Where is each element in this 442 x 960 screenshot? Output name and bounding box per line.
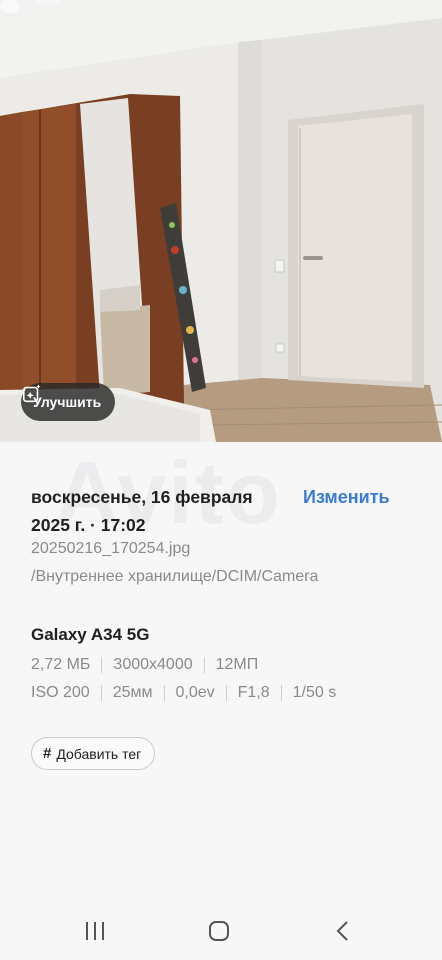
recents-icon (86, 922, 104, 940)
file-name: 20250216_170254.jpg (31, 540, 191, 557)
specs-row-file: 2,72 МБ 3000x4000 12МП (31, 656, 258, 674)
room-photo (0, 0, 442, 442)
divider (101, 657, 103, 673)
navigation-bar (0, 902, 442, 960)
back-icon (336, 921, 348, 941)
file-size: 2,72 МБ (31, 656, 91, 673)
resolution: 3000x4000 (113, 656, 193, 673)
home-button[interactable] (199, 914, 239, 948)
divider (163, 685, 165, 701)
shutter-speed: 1/50 s (292, 684, 337, 701)
megapixels: 12МП (215, 656, 259, 673)
file-path: /Внутреннее хранилище/DCIM/Camera (31, 568, 319, 585)
add-tag-label: Добавить тег (56, 745, 142, 762)
divider (225, 685, 227, 701)
exposure-value: 0,0ev (175, 684, 215, 701)
recents-button[interactable] (75, 914, 115, 948)
back-button[interactable] (323, 914, 363, 948)
divider (280, 685, 282, 701)
photo-preview[interactable]: Улучшить (0, 0, 442, 442)
date-time: воскресенье, 16 февраля 2025 г. · 17:02 (31, 487, 253, 535)
aperture: F1,8 (237, 684, 270, 701)
hash-icon: # (43, 745, 52, 762)
specs-row-camera: ISO 200 25мм 0,0ev F1,8 1/50 s (31, 684, 336, 702)
sparkle-edit-icon (22, 384, 41, 403)
iso: ISO 200 (31, 684, 90, 701)
divider (203, 657, 205, 673)
enhance-button[interactable]: Улучшить (21, 383, 116, 421)
divider (100, 685, 102, 701)
add-tag-button[interactable]: # Добавить тег (31, 737, 156, 770)
home-icon (209, 921, 229, 941)
edit-button[interactable]: Изменить (303, 483, 390, 511)
focal-length: 25мм (112, 684, 153, 701)
enhance-label: Улучшить (33, 394, 102, 410)
details-panel: Avito воскресенье, 16 февраля 2025 г. · … (0, 442, 442, 902)
device-name: Galaxy A34 5G (31, 625, 150, 644)
